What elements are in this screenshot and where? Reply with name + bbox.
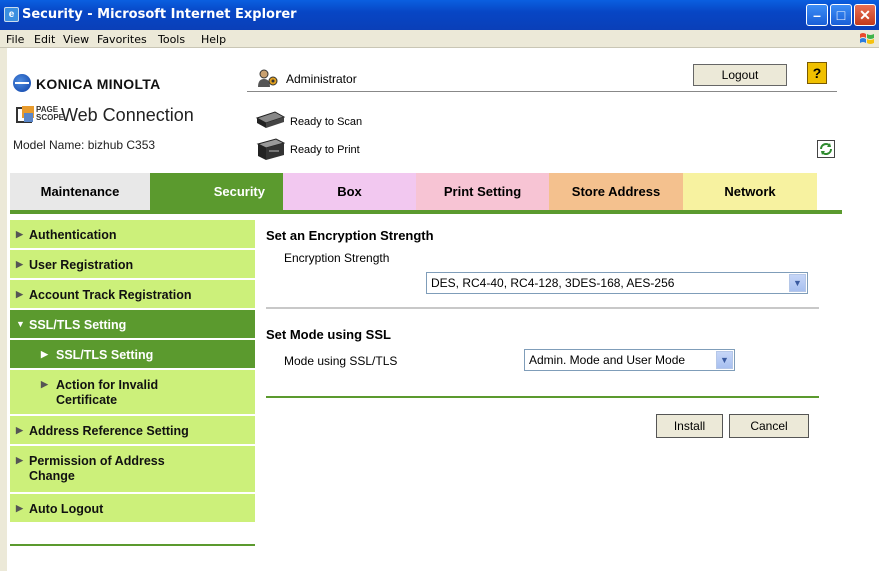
tab-underline [10,210,842,214]
sidebar-arrow-icon: ▶ [41,379,48,389]
scanner-icon [255,111,285,128]
user-name: Administrator [286,72,357,86]
sidebar-item-label: Authentication [29,228,117,242]
encryption-section-title: Set an Encryption Strength [266,228,434,243]
encryption-strength-select[interactable]: DES, RC4-40, RC4-128, 3DES-168, AES-256 … [426,272,808,294]
window-left-border [0,48,7,571]
sidebar-item-label: User Registration [29,258,134,272]
menu-favorites[interactable]: Favorites [97,33,147,46]
sidebar-arrow-icon: ▶ [16,259,23,269]
pagescope-label: PAGE SCOPE [36,105,65,122]
cancel-button[interactable]: Cancel [729,414,809,438]
menu-help[interactable]: Help [201,33,226,46]
menu-view[interactable]: View [63,33,89,46]
sidebar-subitem-ssl-tls-setting[interactable]: ▶ SSL/TLS Setting [10,340,255,370]
encryption-strength-value: DES, RC4-40, RC4-128, 3DES-168, AES-256 [431,276,675,290]
printer-icon [256,138,285,160]
header-divider [247,91,837,92]
chevron-down-icon[interactable]: ▼ [789,274,806,292]
tab-store-address[interactable]: Store Address [549,173,683,210]
konica-minolta-logo-icon [13,74,31,92]
sidebar-arrow-icon: ▶ [16,289,23,299]
sidebar-item-label: SSL/TLS Setting [29,318,127,332]
sidebar-item-auto-logout[interactable]: ▶ Auto Logout [10,494,255,524]
sidebar-item-permission-of-address-change[interactable]: ▶ Permission of Address Change [10,446,255,494]
sidebar-arrow-icon: ▶ [16,425,23,435]
chevron-down-icon[interactable]: ▼ [716,351,733,369]
sidebar-item-authentication[interactable]: ▶ Authentication [10,220,255,250]
sidebar-subitem-action-for-invalid-certificate[interactable]: ▶ Action for Invalid Certificate [10,370,255,416]
ssl-mode-select[interactable]: Admin. Mode and User Mode ▼ [524,349,735,371]
sidebar-arrow-icon: ▶ [16,455,23,465]
sidebar-item-account-track-registration[interactable]: ▶ Account Track Registration [10,280,255,310]
sidebar-expanded-arrow-icon: ▼ [16,319,25,329]
sidebar-bottom-divider [10,544,255,546]
ssl-mode-label: Mode using SSL/TLS [284,354,398,368]
sidebar-arrow-icon: ▶ [16,503,23,513]
tab-print-setting[interactable]: Print Setting [416,173,549,210]
sidebar-item-label: Address Reference Setting [29,424,189,438]
scan-status: Ready to Scan [290,116,363,128]
sidebar-item-ssl-tls-setting[interactable]: ▼ SSL/TLS Setting [10,310,255,340]
sidebar-item-label: SSL/TLS Setting [56,348,154,362]
page-content: KONICA MINOLTA PAGE SCOPE Web Connection… [7,48,879,571]
pagescope-logo-icon [16,106,34,123]
sidebar-arrow-icon: ▶ [41,349,48,359]
refresh-icon[interactable] [817,140,835,158]
section-divider [266,307,819,309]
sidebar-arrow-icon: ▶ [16,229,23,239]
ie-app-icon: e [4,7,19,22]
sidebar-item-label: Account Track Registration [29,288,192,302]
encryption-strength-label: Encryption Strength [284,251,390,265]
ssl-mode-section-title: Set Mode using SSL [266,327,391,342]
brand-name: KONICA MINOLTA [36,76,161,92]
web-connection-title: Web Connection [61,105,194,125]
print-status: Ready to Print [290,144,360,156]
menu-file[interactable]: File [6,33,24,46]
ssl-mode-value: Admin. Mode and User Mode [529,353,686,367]
menu-bar: File Edit View Favorites Tools Help [0,30,879,48]
window-title: Security - Microsoft Internet Explorer [22,7,297,22]
install-button[interactable]: Install [656,414,723,438]
windows-flag-icon [860,33,874,44]
sidebar-item-label: Permission of Address Change [29,454,165,483]
model-name: Model Name: bizhub C353 [13,138,156,152]
sidebar-item-user-registration[interactable]: ▶ User Registration [10,250,255,280]
sidebar-item-label: Auto Logout [29,502,104,516]
logout-button[interactable]: Logout [693,64,787,86]
menu-edit[interactable]: Edit [34,33,55,46]
tab-box[interactable]: Box [283,173,416,210]
tab-security[interactable]: Security [150,173,283,210]
close-button[interactable]: ✕ [854,4,876,26]
sidebar-item-label: Action for Invalid Certificate [56,378,159,407]
maximize-button[interactable]: □ [830,4,852,26]
tab-network[interactable]: Network [683,173,817,210]
help-icon[interactable]: ? [807,62,827,84]
minimize-button[interactable]: – [806,4,828,26]
administrator-icon [258,69,278,87]
tab-maintenance[interactable]: Maintenance [10,173,150,210]
sidebar-item-address-reference-setting[interactable]: ▶ Address Reference Setting [10,416,255,446]
window-title-bar[interactable]: e Security - Microsoft Internet Explorer… [0,0,879,30]
menu-tools[interactable]: Tools [158,33,185,46]
form-bottom-divider [266,396,819,398]
